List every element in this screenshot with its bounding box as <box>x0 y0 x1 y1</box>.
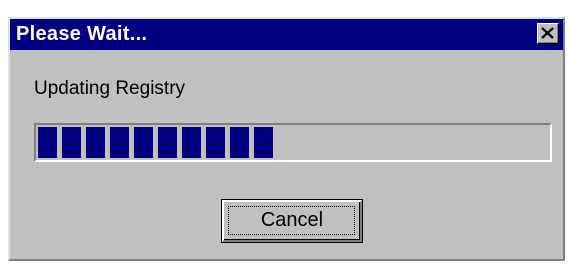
window-title: Please Wait... <box>16 23 148 45</box>
title-bar[interactable]: Please Wait... <box>10 19 563 50</box>
status-message: Updating Registry <box>34 78 186 99</box>
please-wait-dialog: Please Wait... Updating Registry Cancel <box>0 0 571 266</box>
progress-block <box>134 127 153 158</box>
progress-block <box>86 127 105 158</box>
cancel-button-label: Cancel <box>260 209 324 231</box>
cancel-button[interactable]: Cancel <box>221 199 363 243</box>
progress-block <box>110 127 129 158</box>
progress-block <box>158 127 177 158</box>
progress-block <box>62 127 81 158</box>
close-icon <box>541 27 554 39</box>
dialog-window: Please Wait... Updating Registry Cancel <box>8 17 565 261</box>
progress-block <box>254 127 273 158</box>
progress-bar <box>34 123 552 162</box>
close-button[interactable] <box>537 23 559 44</box>
progress-block <box>206 127 225 158</box>
progress-block <box>38 127 57 158</box>
progress-block <box>182 127 201 158</box>
progress-block <box>230 127 249 158</box>
